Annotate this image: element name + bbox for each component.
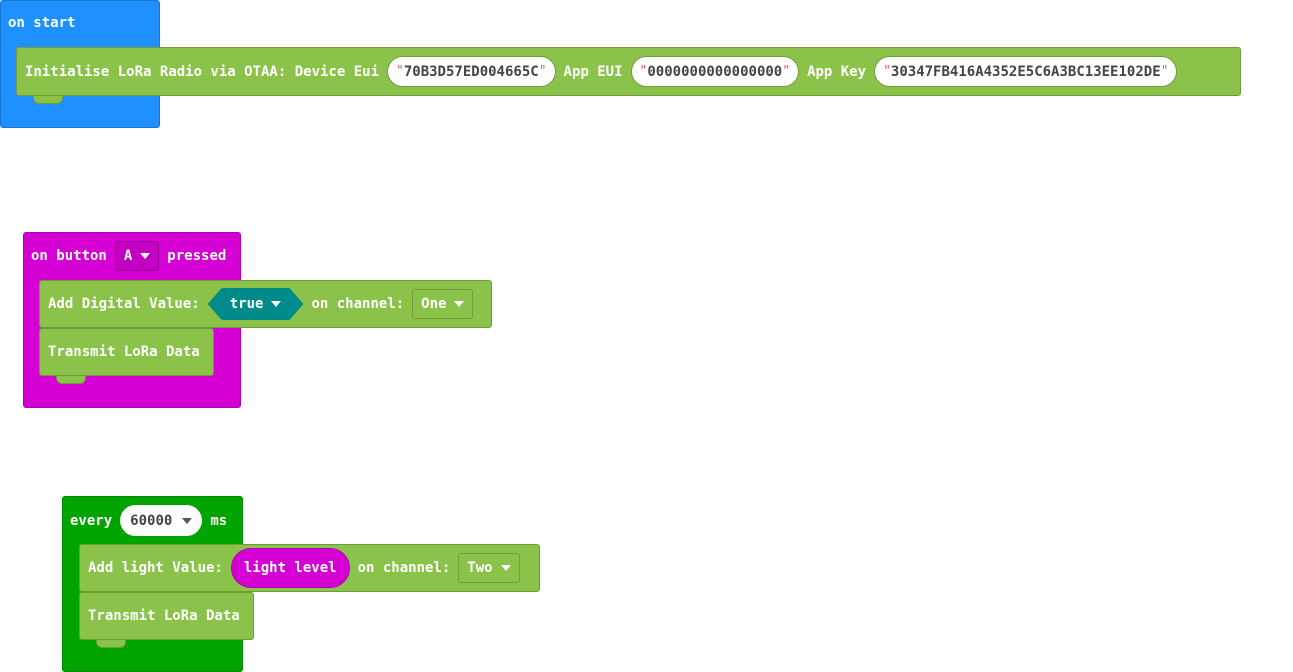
block-notch [33, 96, 63, 104]
chevron-down-icon [454, 301, 465, 307]
on-button-label: on button [31, 248, 107, 264]
channel-dropdown-value: One [421, 296, 447, 312]
add-light-value-label: Add light Value: [88, 560, 223, 576]
transmit-lora-label: Transmit LoRa Data [88, 608, 240, 624]
on-channel-label: on channel: [311, 296, 405, 312]
block-notch [56, 376, 86, 384]
boolean-value-dropdown[interactable]: true [208, 288, 304, 320]
interval-dropdown[interactable]: 60000 [120, 505, 203, 536]
chevron-down-icon [182, 517, 193, 524]
app-key-label: App Key [807, 63, 867, 80]
chevron-down-icon [140, 253, 151, 259]
transmit-lora-label: Transmit LoRa Data [48, 344, 200, 360]
light-level-block[interactable]: light level [230, 548, 350, 588]
button-dropdown-value: A [123, 248, 133, 264]
channel-dropdown-value: Two [467, 560, 493, 576]
lora-init-label: Initialise LoRa Radio via OTAA: Device E… [25, 63, 380, 80]
pressed-label: pressed [167, 248, 227, 264]
lora-init-block[interactable]: Initialise LoRa Radio via OTAA: Device E… [16, 47, 1241, 104]
add-digital-value-label: Add Digital Value: [48, 296, 200, 312]
app-key-field[interactable]: " 30347FB416A4352E5C6A3BC13EE102DE " [874, 56, 1178, 87]
block-notch [96, 640, 126, 648]
chevron-down-icon [500, 565, 511, 571]
app-eui-label: App EUI [563, 63, 623, 80]
light-level-label: light level [243, 560, 337, 576]
app-eui-value: 0000000000000000 [647, 63, 783, 80]
device-eui-value: 70B3D57ED004665C [403, 63, 539, 80]
add-light-value-block[interactable]: Add light Value: light level on channel:… [79, 544, 540, 592]
add-digital-value-block[interactable]: Add Digital Value: true on channel: One [39, 280, 492, 328]
on-start-label: on start [8, 15, 76, 31]
transmit-lora-block[interactable]: Transmit LoRa Data [79, 592, 254, 648]
device-eui-field[interactable]: " 70B3D57ED004665C " [387, 56, 556, 87]
on-channel-label: on channel: [357, 560, 451, 576]
chevron-down-icon [271, 301, 281, 307]
app-eui-field[interactable]: " 0000000000000000 " [630, 56, 800, 87]
transmit-lora-block[interactable]: Transmit LoRa Data [39, 328, 214, 384]
interval-value: 60000 [130, 512, 173, 529]
app-key-value: 30347FB416A4352E5C6A3BC13EE102DE [890, 63, 1161, 80]
boolean-value: true [229, 296, 264, 312]
button-dropdown[interactable]: A [114, 241, 160, 271]
every-label: every [70, 512, 113, 529]
channel-dropdown[interactable]: One [412, 289, 474, 319]
channel-dropdown[interactable]: Two [458, 553, 520, 583]
ms-label: ms [210, 512, 228, 529]
